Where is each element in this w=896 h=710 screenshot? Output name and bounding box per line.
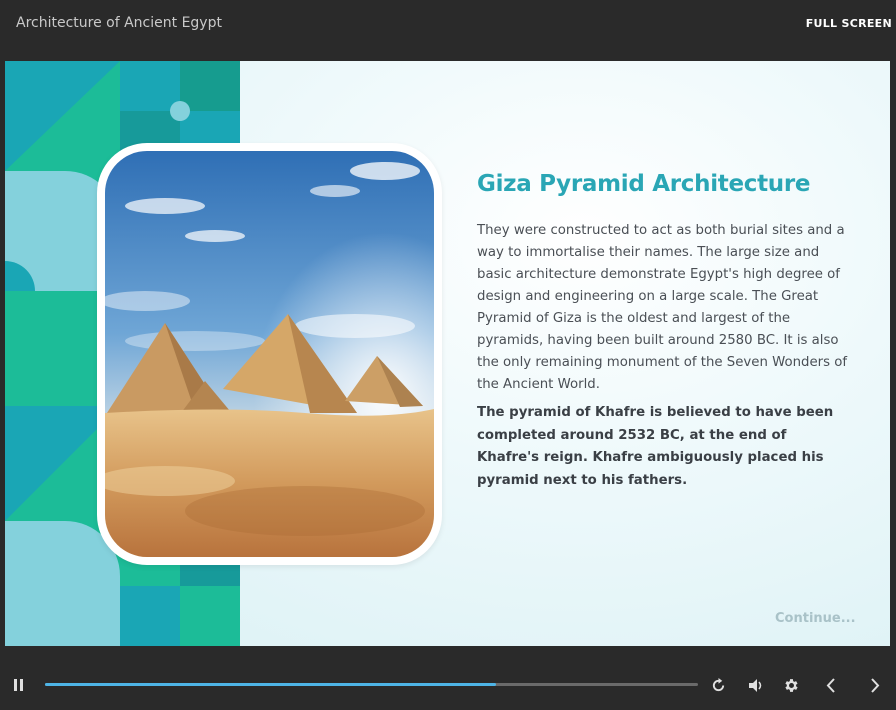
progress-fill [45, 683, 496, 686]
chevron-left-icon[interactable] [826, 678, 836, 693]
slide-stage: Giza Pyramid Architecture They were cons… [5, 61, 890, 646]
continue-button[interactable]: Continue... [775, 611, 856, 626]
top-bar: Architecture of Ancient Egypt FULL SCREE… [0, 0, 896, 60]
giza-pyramids-image [105, 151, 434, 557]
volume-icon[interactable] [748, 678, 764, 693]
replay-icon[interactable] [711, 678, 726, 693]
gear-icon[interactable] [783, 677, 800, 694]
pause-icon[interactable] [13, 678, 25, 692]
fullscreen-button[interactable]: FULL SCREEN [806, 17, 892, 30]
course-title: Architecture of Ancient Egypt [16, 15, 222, 31]
player-controls [0, 662, 896, 710]
pyramid-photo-frame [97, 143, 442, 565]
slide-bold-paragraph: The pyramid of Khafre is believed to hav… [477, 405, 834, 488]
progress-track[interactable] [45, 683, 698, 686]
chevron-right-icon[interactable] [870, 678, 880, 693]
slide-paragraph: They were constructed to act as both bur… [477, 223, 848, 392]
slide-heading: Giza Pyramid Architecture [477, 171, 811, 197]
